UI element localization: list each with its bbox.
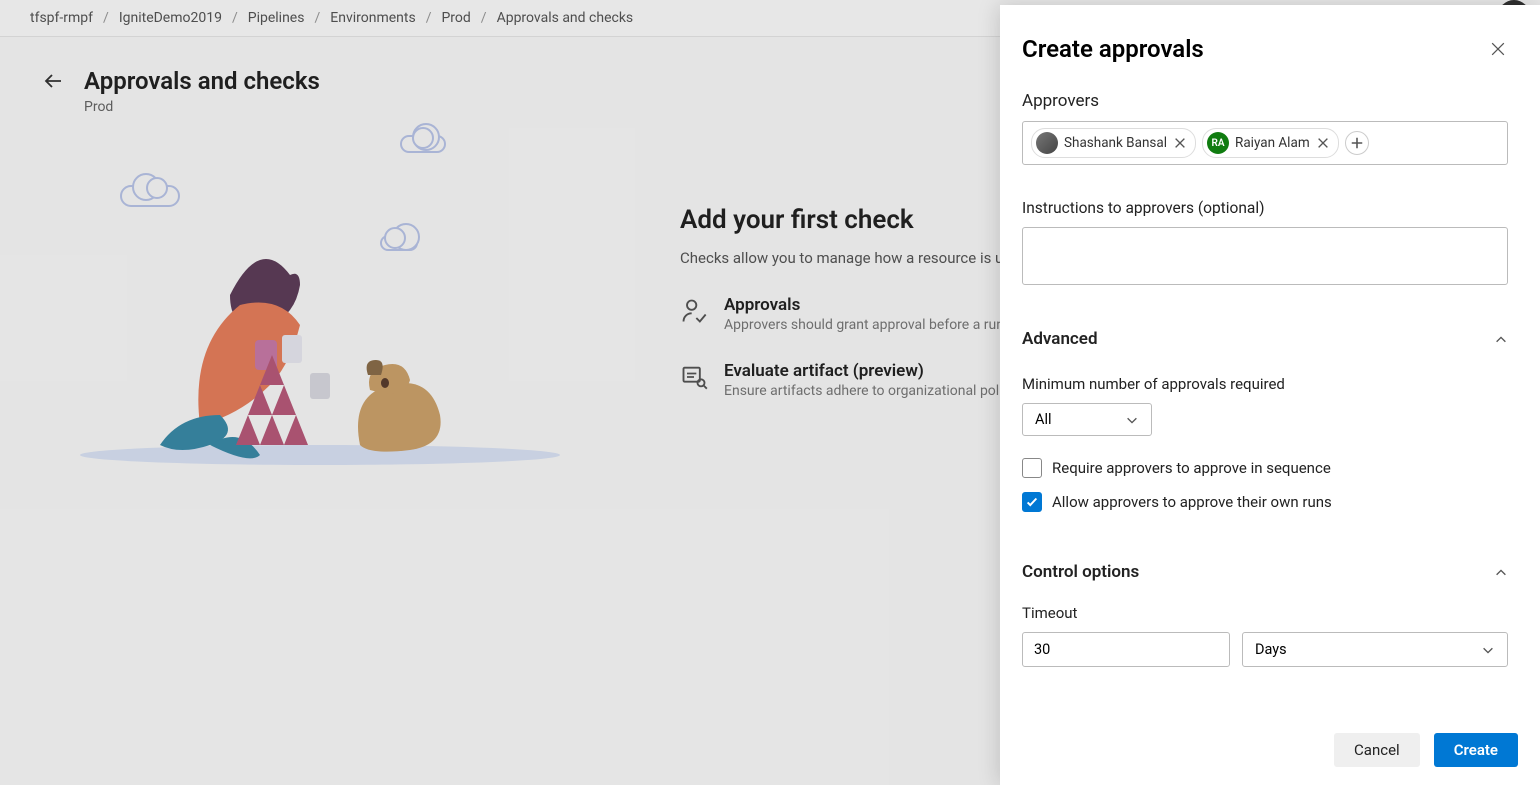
- avatar-icon: [1036, 132, 1058, 154]
- approver-chip: RA Raiyan Alam: [1202, 128, 1339, 158]
- approvers-label: Approvers: [1022, 91, 1508, 111]
- chevron-up-icon: [1494, 332, 1508, 346]
- back-arrow-icon[interactable]: [40, 67, 68, 95]
- control-options-toggle[interactable]: Control options: [1022, 562, 1508, 582]
- breadcrumb-item[interactable]: Environments: [330, 10, 415, 26]
- timeout-label: Timeout: [1022, 604, 1508, 622]
- advanced-section-toggle[interactable]: Advanced: [1022, 329, 1508, 349]
- check-label: Evaluate artifact (preview): [724, 361, 1032, 381]
- instructions-label: Instructions to approvers (optional): [1022, 199, 1508, 217]
- chevron-down-icon: [1125, 413, 1139, 427]
- person-check-icon: [680, 297, 708, 325]
- approver-chip: Shashank Bansal: [1031, 128, 1196, 158]
- checkbox-label: Allow approvers to approve their own run…: [1052, 493, 1332, 511]
- approver-name: Shashank Bansal: [1064, 135, 1167, 151]
- breadcrumb-sep: /: [232, 10, 238, 26]
- breadcrumb-item[interactable]: Prod: [441, 10, 470, 26]
- breadcrumb-item[interactable]: Pipelines: [248, 10, 305, 26]
- create-button[interactable]: Create: [1434, 733, 1518, 767]
- breadcrumb-sep: /: [426, 10, 432, 26]
- page-subtitle: Prod: [84, 99, 320, 115]
- remove-approver-icon[interactable]: [1316, 136, 1330, 150]
- chevron-down-icon: [1481, 643, 1495, 657]
- panel-title: Create approvals: [1022, 35, 1204, 63]
- cancel-button[interactable]: Cancel: [1334, 733, 1420, 767]
- select-value: All: [1035, 411, 1052, 428]
- require-sequence-checkbox[interactable]: Require approvers to approve in sequence: [1022, 458, 1508, 478]
- breadcrumb-item[interactable]: tfspf-rmpf: [30, 10, 93, 26]
- check-desc: Ensure artifacts adhere to organizationa…: [724, 383, 1032, 399]
- create-approvals-panel: Create approvals Approvers Shashank Bans…: [1000, 5, 1540, 785]
- approver-name: Raiyan Alam: [1235, 135, 1310, 151]
- instructions-textarea[interactable]: [1022, 227, 1508, 285]
- checkbox-icon: [1022, 458, 1042, 478]
- min-approvals-label: Minimum number of approvals required: [1022, 375, 1508, 393]
- approvers-input[interactable]: Shashank Bansal RA Raiyan Alam: [1022, 121, 1508, 165]
- artifact-icon: [680, 363, 708, 391]
- checkbox-label: Require approvers to approve in sequence: [1052, 459, 1331, 477]
- allow-own-runs-checkbox[interactable]: Allow approvers to approve their own run…: [1022, 492, 1508, 512]
- advanced-heading: Advanced: [1022, 329, 1098, 349]
- breadcrumb-sep: /: [314, 10, 320, 26]
- timeout-unit-select[interactable]: Days: [1242, 632, 1508, 667]
- breadcrumb-current: Approvals and checks: [497, 10, 634, 26]
- avatar-icon: RA: [1207, 132, 1229, 154]
- add-approver-button[interactable]: [1345, 131, 1369, 155]
- remove-approver-icon[interactable]: [1173, 136, 1187, 150]
- empty-state-illustration: [60, 165, 620, 485]
- breadcrumb-item[interactable]: IgniteDemo2019: [119, 10, 222, 26]
- select-value: Days: [1255, 641, 1287, 658]
- min-approvals-select[interactable]: All: [1022, 403, 1152, 436]
- control-options-heading: Control options: [1022, 562, 1139, 582]
- timeout-value-input[interactable]: [1022, 632, 1230, 667]
- breadcrumb-sep: /: [103, 10, 109, 26]
- chevron-up-icon: [1494, 565, 1508, 579]
- breadcrumb-sep: /: [481, 10, 487, 26]
- checkbox-checked-icon: [1022, 492, 1042, 512]
- close-icon[interactable]: [1488, 39, 1508, 59]
- page-title: Approvals and checks: [84, 67, 320, 95]
